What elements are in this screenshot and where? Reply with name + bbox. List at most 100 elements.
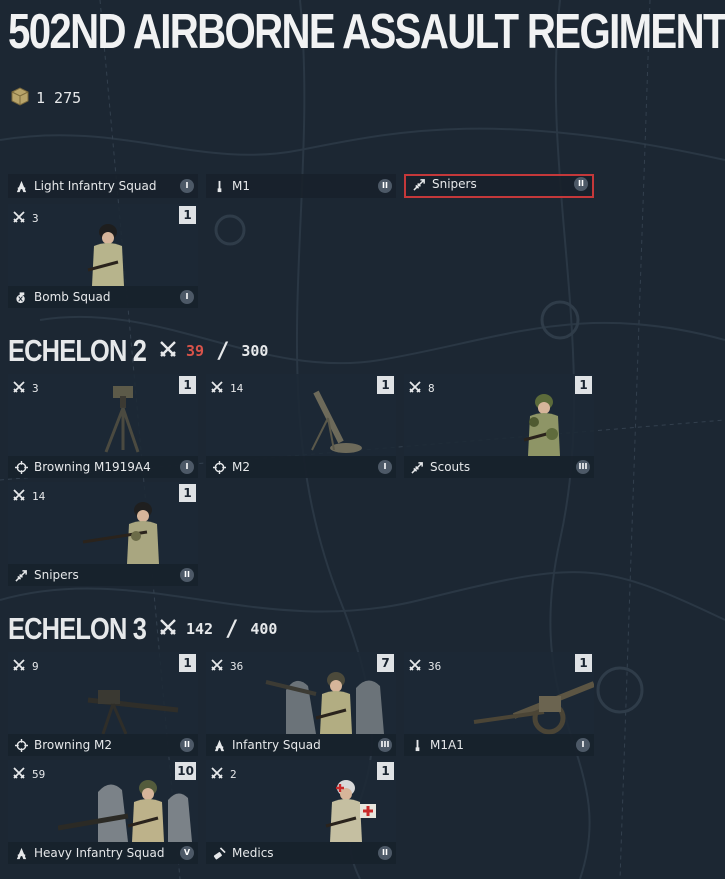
- unit-card[interactable]: 14 1 Snipers II: [8, 482, 198, 586]
- unit-portrait-soldier-prone-rifle: [82, 502, 159, 564]
- unit-card[interactable]: 36 1 M1A1 I: [404, 652, 594, 756]
- infantry-icon: [212, 738, 226, 752]
- unit-name: M2: [232, 460, 250, 474]
- tier-badge: III: [576, 460, 590, 474]
- unit-name: Light Infantry Squad: [34, 179, 157, 193]
- card-footer: M2 I: [206, 456, 396, 478]
- crossed-swords-icon: [12, 380, 26, 397]
- card-men: 14: [210, 380, 243, 397]
- card-footer: Browning M2 II: [8, 734, 198, 756]
- card-footer: Medics II: [206, 842, 396, 864]
- tier-badge: II: [378, 846, 392, 860]
- card-men: 59: [12, 766, 45, 783]
- crossed-swords-icon: [12, 488, 26, 505]
- unit-card[interactable]: 31 Bomb Squad I: [8, 204, 198, 308]
- crossed-swords-icon: [158, 617, 178, 641]
- tier-badge: I: [576, 738, 590, 752]
- crossed-swords-icon: [210, 380, 224, 397]
- unit-name: M1: [232, 179, 250, 193]
- unit-card[interactable]: 31 Browning M1919A4 I: [8, 374, 198, 478]
- echelon2-max: 300: [241, 342, 269, 360]
- tier-badge: III: [378, 738, 392, 752]
- echelon3-title: ECHELON 3: [8, 611, 147, 646]
- tier-badge: I: [180, 460, 194, 474]
- unit-card[interactable]: Light Infantry Squad I: [8, 174, 198, 198]
- crossed-swords-icon: [408, 658, 422, 675]
- card-footer: Browning M1919A4 I: [8, 456, 198, 478]
- unit-card[interactable]: 21 Medics II: [206, 760, 396, 864]
- tier-badge: I: [180, 179, 194, 193]
- unit-name: Bomb Squad: [34, 290, 111, 304]
- card-men-count: 8: [428, 382, 435, 395]
- card-footer: Bomb Squad I: [8, 286, 198, 308]
- supply-crate-icon: [10, 86, 30, 110]
- grenade-icon: [14, 290, 28, 304]
- echelon2-capacity: 39 / 300: [158, 339, 268, 364]
- crosshair-icon: [14, 738, 28, 752]
- card-footer: Snipers II: [8, 564, 198, 586]
- tier-badge: II: [180, 568, 194, 582]
- card-men-count: 2: [230, 768, 237, 781]
- tier-badge: II: [574, 177, 588, 191]
- unit-name: M1A1: [430, 738, 464, 752]
- echelon2-title: ECHELON 2: [8, 333, 147, 368]
- crossed-swords-icon: [12, 210, 26, 227]
- crosshair-icon: [14, 460, 28, 474]
- card-men-count: 3: [32, 382, 39, 395]
- card-footer: Heavy Infantry Squad V: [8, 842, 198, 864]
- unit-name: Browning M2: [34, 738, 113, 752]
- card-men: 36: [210, 658, 243, 675]
- card-men: 36: [408, 658, 441, 675]
- card-footer: M1 II: [206, 174, 396, 198]
- echelon2-current: 39: [186, 342, 205, 360]
- crossed-swords-icon: [158, 339, 178, 363]
- card-footer: Infantry Squad III: [206, 734, 396, 756]
- unit-card[interactable]: 14 1 M2 I: [206, 374, 396, 478]
- echelon2-header: ECHELON 2 39 / 300: [8, 333, 268, 369]
- unit-card[interactable]: 59 10 Heavy Infantry Squad V: [8, 760, 198, 864]
- unit-name: Snipers: [34, 568, 79, 582]
- unit-portrait-mortar: [311, 390, 362, 453]
- card-men: 3: [12, 210, 39, 227]
- unit-card[interactable]: M1 II: [206, 174, 396, 198]
- unit-portrait-soldier-boonie: [523, 394, 560, 456]
- echelon3-max: 400: [250, 620, 278, 638]
- rifle-icon: [212, 179, 226, 193]
- unit-card[interactable]: 36 7 Infantry Squad III: [206, 652, 396, 756]
- crossed-swords-icon: [408, 380, 422, 397]
- card-men: 2: [210, 766, 237, 783]
- card-footer: Light Infantry Squad I: [8, 174, 198, 198]
- tier-badge: I: [378, 460, 392, 474]
- page-title: 502ND AIRBORNE ASSAULT REGIMENT: [8, 5, 725, 59]
- currency-value: 1 275: [36, 89, 82, 107]
- card-men-count: 14: [230, 382, 244, 395]
- currency-display: 1 275: [10, 86, 81, 110]
- unit-portrait-squad-heavy: [58, 780, 192, 842]
- card-men-count: 36: [428, 660, 442, 673]
- unit-card[interactable]: 91 Browning M2 II: [8, 652, 198, 756]
- unit-portrait-soldier-helmet: [87, 224, 124, 286]
- card-footer: Snipers II: [406, 172, 592, 196]
- unit-portrait-medic: [325, 780, 376, 842]
- crosshair-icon: [212, 460, 226, 474]
- crossed-swords-icon: [12, 766, 26, 783]
- card-men: 9: [12, 658, 39, 675]
- unit-portrait-hmg: [87, 690, 179, 735]
- capacity-separator: /: [216, 338, 230, 364]
- unit-name: Snipers: [432, 177, 477, 191]
- card-men-count: 14: [32, 490, 46, 503]
- unit-portrait-squad: [265, 672, 384, 734]
- crossed-swords-icon: [210, 658, 224, 675]
- echelon3-capacity: 142 / 400: [158, 617, 277, 642]
- rifle-icon: [410, 738, 424, 752]
- unit-card[interactable]: Snipers II: [404, 174, 594, 198]
- unit-card[interactable]: 81 Scouts III: [404, 374, 594, 478]
- unit-name: Scouts: [430, 460, 471, 474]
- unit-name: Medics: [232, 846, 274, 860]
- crossed-swords-icon: [12, 658, 26, 675]
- capacity-separator: /: [225, 616, 239, 642]
- card-footer: M1A1 I: [404, 734, 594, 756]
- medic-icon: [212, 846, 226, 860]
- unit-name: Browning M1919A4: [34, 460, 151, 474]
- unit-name: Heavy Infantry Squad: [34, 846, 165, 860]
